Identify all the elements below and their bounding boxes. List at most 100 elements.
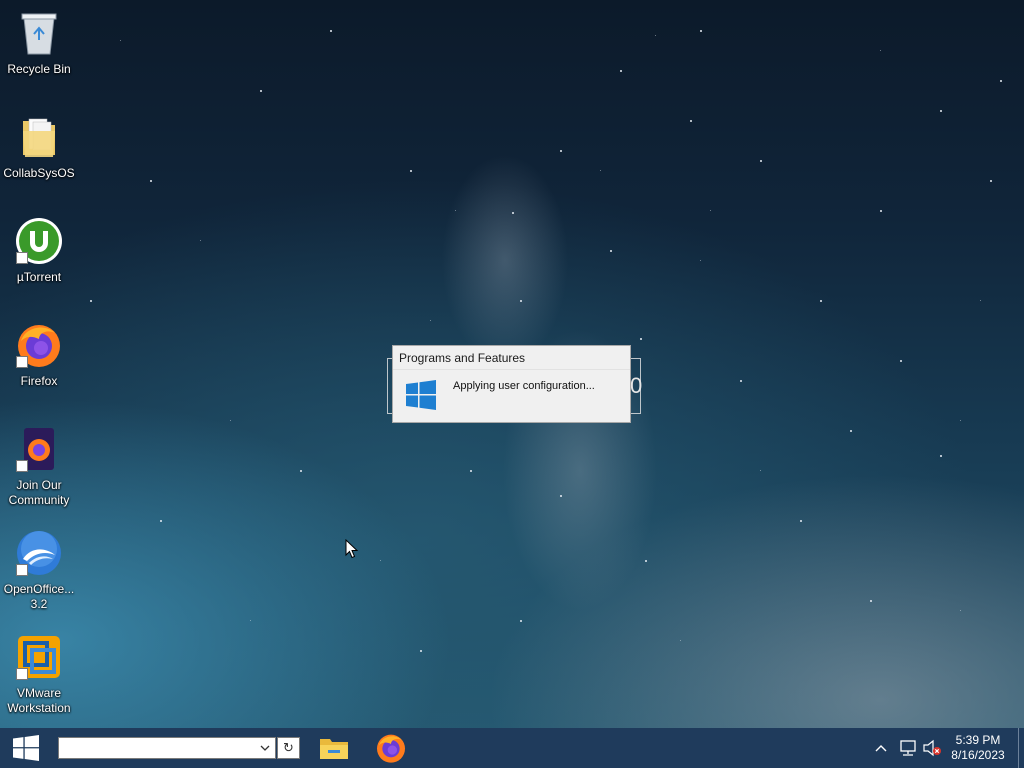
recycle-bin-icon	[14, 8, 64, 58]
desktop-icon-collabsysos[interactable]: CollabSysOS	[2, 112, 76, 181]
vmware-icon	[14, 632, 64, 682]
firefox-icon	[377, 734, 405, 763]
taskbar: ↻ 5:39 PM 8/16/2023	[0, 728, 1024, 768]
star	[620, 70, 622, 72]
clock-date: 8/16/2023	[951, 748, 1005, 762]
desktop-icon-join-our-community[interactable]: Join Our Community	[2, 424, 76, 508]
star	[560, 495, 562, 497]
desktop-icon-recycle-bin[interactable]: Recycle Bin	[2, 8, 76, 77]
star	[690, 120, 692, 122]
openoffice-icon	[14, 528, 64, 578]
star	[520, 300, 522, 302]
desktop-icon-label: CollabSysOS	[3, 166, 75, 180]
refresh-button[interactable]: ↻	[277, 737, 300, 759]
star	[455, 210, 456, 211]
folder-icon	[320, 739, 348, 759]
desktop[interactable]: Recycle Bin CollabSysOS µTorrent Firefox…	[0, 0, 1024, 728]
star	[520, 620, 522, 622]
star	[940, 455, 942, 457]
shortcut-arrow-icon	[16, 460, 28, 472]
star	[410, 170, 412, 172]
taskbar-app-file-explorer[interactable]	[310, 728, 358, 768]
star	[900, 360, 902, 362]
star	[160, 520, 162, 522]
shortcut-arrow-icon	[16, 564, 28, 576]
start-button[interactable]	[0, 728, 52, 768]
star	[655, 35, 656, 36]
star	[640, 338, 642, 340]
dialog-title: Programs and Features	[399, 351, 526, 365]
system-clock[interactable]: 5:39 PM 8/16/2023	[944, 733, 1012, 763]
shortcut-arrow-icon	[16, 356, 28, 368]
star	[300, 470, 302, 472]
star	[700, 30, 702, 32]
desktop-icon-label: Firefox	[20, 374, 58, 388]
desktop-icon-utorrent[interactable]: µTorrent	[2, 216, 76, 285]
star	[150, 180, 152, 182]
star	[200, 240, 201, 241]
utorrent-icon	[14, 216, 64, 266]
star	[880, 210, 882, 212]
star	[990, 180, 992, 182]
desktop-icon-label: µTorrent	[16, 270, 62, 284]
star	[680, 640, 681, 641]
star	[600, 170, 601, 171]
star	[610, 250, 612, 252]
programs-and-features-dialog[interactable]: Programs and Features Applying user conf…	[392, 345, 631, 423]
shortcut-arrow-icon	[16, 668, 28, 680]
star	[250, 620, 251, 621]
star	[560, 150, 562, 152]
desktop-icon-vmware-workstation[interactable]: VMware Workstation	[2, 632, 76, 716]
star	[880, 50, 881, 51]
dialog-divider	[393, 369, 630, 370]
star	[645, 560, 647, 562]
dialog-status-message: Applying user configuration...	[453, 380, 595, 392]
star	[1000, 80, 1002, 82]
windows-logo-icon	[13, 735, 39, 761]
taskbar-app-firefox[interactable]	[367, 728, 415, 768]
star	[980, 300, 981, 301]
star	[230, 420, 231, 421]
desktop-icon-label: Recycle Bin	[7, 62, 71, 76]
star	[870, 600, 872, 602]
show-desktop-button[interactable]	[1018, 728, 1019, 768]
star	[850, 430, 852, 432]
refresh-icon: ↻	[283, 740, 294, 755]
taskbar-search-input[interactable]	[58, 737, 276, 759]
folder-icon	[14, 112, 64, 162]
star	[512, 212, 514, 214]
star	[960, 610, 961, 611]
star	[380, 560, 381, 561]
star	[700, 260, 701, 261]
star	[960, 420, 961, 421]
desktop-icon-openoffice[interactable]: OpenOffice... 3.2	[2, 528, 76, 612]
desktop-icon-label: Join Our Community	[8, 478, 70, 507]
desktop-icon-label: OpenOffice... 3.2	[3, 582, 75, 611]
mouse-pointer-icon	[345, 538, 359, 564]
star	[120, 40, 121, 41]
firefox-document-icon	[14, 424, 64, 474]
background-window-text: 0	[630, 373, 643, 398]
chevron-down-icon[interactable]	[258, 741, 272, 755]
star	[940, 110, 942, 112]
star	[470, 470, 472, 472]
star	[710, 210, 711, 211]
volume-muted-icon[interactable]	[922, 739, 942, 757]
star	[330, 30, 332, 32]
desktop-icon-label: VMware Workstation	[7, 686, 71, 715]
shortcut-arrow-icon	[16, 252, 28, 264]
network-icon[interactable]	[898, 739, 918, 757]
windows-logo-icon	[406, 380, 436, 410]
clock-time: 5:39 PM	[955, 733, 1001, 747]
star	[820, 300, 822, 302]
desktop-icon-firefox[interactable]: Firefox	[2, 320, 76, 389]
star	[90, 300, 92, 302]
star	[800, 520, 802, 522]
chevron-up-icon[interactable]	[872, 739, 890, 757]
star	[760, 160, 762, 162]
star	[430, 320, 431, 321]
star	[420, 650, 422, 652]
firefox-icon	[14, 320, 64, 370]
star	[760, 470, 761, 471]
star	[740, 380, 742, 382]
